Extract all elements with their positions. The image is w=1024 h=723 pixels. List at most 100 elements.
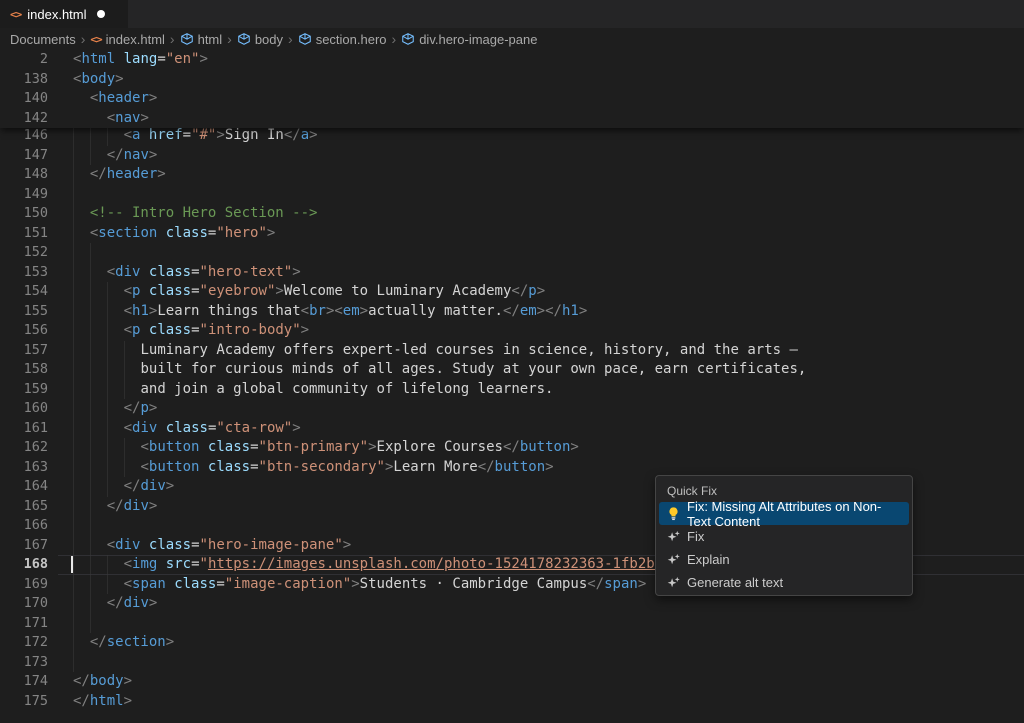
breadcrumb-item[interactable]: html — [180, 32, 223, 47]
line-number[interactable]: 142 — [0, 109, 48, 129]
code-line[interactable]: 170</div> — [0, 594, 1024, 614]
line-number[interactable]: 171 — [0, 614, 48, 634]
code-line[interactable]: 162<button class="btn-primary">Explore C… — [0, 438, 1024, 458]
line-number[interactable]: 147 — [0, 146, 48, 166]
code-line[interactable]: 155<h1>Learn things that<br><em>actually… — [0, 302, 1024, 322]
line-number[interactable]: 166 — [0, 516, 48, 536]
tab-index-html[interactable]: <> index.html — [0, 0, 128, 28]
syntax-token: Explore Courses — [377, 439, 503, 455]
code-line[interactable]: 147</nav> — [0, 146, 1024, 166]
line-number[interactable]: 150 — [0, 204, 48, 224]
breadcrumb-item[interactable]: div.hero-image-pane — [401, 32, 537, 47]
line-number[interactable]: 162 — [0, 438, 48, 458]
indent-guide — [73, 633, 74, 653]
indent-guide — [73, 477, 74, 497]
code-line[interactable]: 157Luminary Academy offers expert-led co… — [0, 341, 1024, 361]
code-line[interactable]: 161<div class="cta-row"> — [0, 419, 1024, 439]
syntax-token — [157, 556, 165, 572]
code-line[interactable]: 146<a href="#">Sign In</a> — [0, 126, 1024, 146]
indent-guide — [73, 146, 74, 166]
code-line[interactable]: 174</body> — [0, 672, 1024, 692]
line-number[interactable]: 149 — [0, 185, 48, 205]
line-number[interactable]: 164 — [0, 477, 48, 497]
code-line[interactable]: 175</html> — [0, 692, 1024, 712]
syntax-token — [157, 225, 165, 241]
code-line[interactable]: 172</section> — [0, 633, 1024, 653]
line-number[interactable]: 167 — [0, 536, 48, 556]
code-editor[interactable]: 146<a href="#">Sign In</a>147</nav>148</… — [0, 50, 1024, 723]
syntax-token — [115, 51, 123, 67]
code-line[interactable]: 142<nav> — [0, 109, 1024, 129]
line-number[interactable]: 174 — [0, 672, 48, 692]
line-number[interactable]: 172 — [0, 633, 48, 653]
syntax-token: > — [545, 459, 553, 475]
copilot-sparkle-icon — [666, 552, 681, 567]
syntax-token: = — [191, 264, 199, 280]
line-number[interactable]: 157 — [0, 341, 48, 361]
line-number[interactable]: 160 — [0, 399, 48, 419]
modified-indicator-dot[interactable] — [97, 10, 105, 18]
sticky-scroll[interactable]: 2<html lang="en">138<body>140<header>142… — [0, 50, 1024, 128]
line-number[interactable]: 161 — [0, 419, 48, 439]
line-number[interactable]: 138 — [0, 70, 48, 90]
syntax-token: "image-caption" — [225, 576, 351, 592]
code-line[interactable]: 160</p> — [0, 399, 1024, 419]
code-line[interactable]: 148</header> — [0, 165, 1024, 185]
line-number[interactable]: 151 — [0, 224, 48, 244]
syntax-token: > — [343, 537, 351, 553]
syntax-token: </ — [124, 400, 141, 416]
code-text: and join a global community of lifelong … — [140, 380, 553, 400]
code-line[interactable]: 138<body> — [0, 70, 1024, 90]
quick-fix-menu[interactable]: Quick Fix Fix: Missing Alt Attributes on… — [655, 475, 913, 596]
line-number[interactable]: 170 — [0, 594, 48, 614]
code-line[interactable]: 173 — [0, 653, 1024, 673]
line-number[interactable]: 165 — [0, 497, 48, 517]
code-line[interactable]: 158built for curious minds of all ages. … — [0, 360, 1024, 380]
quick-fix-item[interactable]: Generate alt text — [659, 571, 909, 594]
code-line[interactable]: 156<p class="intro-body"> — [0, 321, 1024, 341]
line-number[interactable]: 140 — [0, 89, 48, 109]
code-line[interactable]: 159 and join a global community of lifelo… — [0, 380, 1024, 400]
syntax-token: > — [149, 595, 157, 611]
code-line[interactable]: 152 — [0, 243, 1024, 263]
line-number[interactable]: 169 — [0, 575, 48, 595]
symbol-cube-icon — [237, 32, 251, 46]
syntax-token: Students · Cambridge Campus — [360, 576, 588, 592]
breadcrumb-item[interactable]: <>index.html — [90, 32, 165, 47]
code-line[interactable]: 150<!-- Intro Hero Section --> — [0, 204, 1024, 224]
line-number[interactable]: 153 — [0, 263, 48, 283]
quick-fix-item[interactable]: Explain — [659, 548, 909, 571]
syntax-token: > — [301, 322, 309, 338]
line-number[interactable]: 158 — [0, 360, 48, 380]
line-number[interactable]: 155 — [0, 302, 48, 322]
line-number[interactable]: 159 — [0, 380, 48, 400]
line-number[interactable]: 146 — [0, 126, 48, 146]
line-number[interactable]: 2 — [0, 50, 48, 70]
line-number[interactable]: 152 — [0, 243, 48, 263]
code-line[interactable]: 151 <section class="hero"> — [0, 224, 1024, 244]
indent-guide — [107, 341, 108, 361]
syntax-token: < — [124, 420, 132, 436]
code-line[interactable]: 149 — [0, 185, 1024, 205]
line-number[interactable]: 175 — [0, 692, 48, 712]
code-line[interactable]: 2<html lang="en"> — [0, 50, 1024, 70]
line-number[interactable]: 173 — [0, 653, 48, 673]
quick-fix-item[interactable]: Fix: Missing Alt Attributes on Non-Text … — [659, 502, 909, 525]
code-line[interactable]: 140<header> — [0, 89, 1024, 109]
indent-guide — [73, 497, 74, 517]
code-line[interactable]: 171 — [0, 614, 1024, 634]
syntax-token: = — [157, 51, 165, 67]
syntax-token: > — [124, 673, 132, 689]
line-number[interactable]: 163 — [0, 458, 48, 478]
code-text: <section class="hero"> — [90, 224, 276, 244]
line-number[interactable]: 156 — [0, 321, 48, 341]
code-line[interactable]: 153<div class="hero-text"> — [0, 263, 1024, 283]
line-number[interactable]: 168 — [0, 555, 48, 575]
syntax-token: < — [107, 537, 115, 553]
breadcrumb-item[interactable]: Documents — [10, 32, 76, 47]
code-line[interactable]: 154<p class="eyebrow">Welcome to Luminar… — [0, 282, 1024, 302]
line-number[interactable]: 148 — [0, 165, 48, 185]
breadcrumb-item[interactable]: section.hero — [298, 32, 387, 47]
line-number[interactable]: 154 — [0, 282, 48, 302]
breadcrumb-item[interactable]: body — [237, 32, 283, 47]
